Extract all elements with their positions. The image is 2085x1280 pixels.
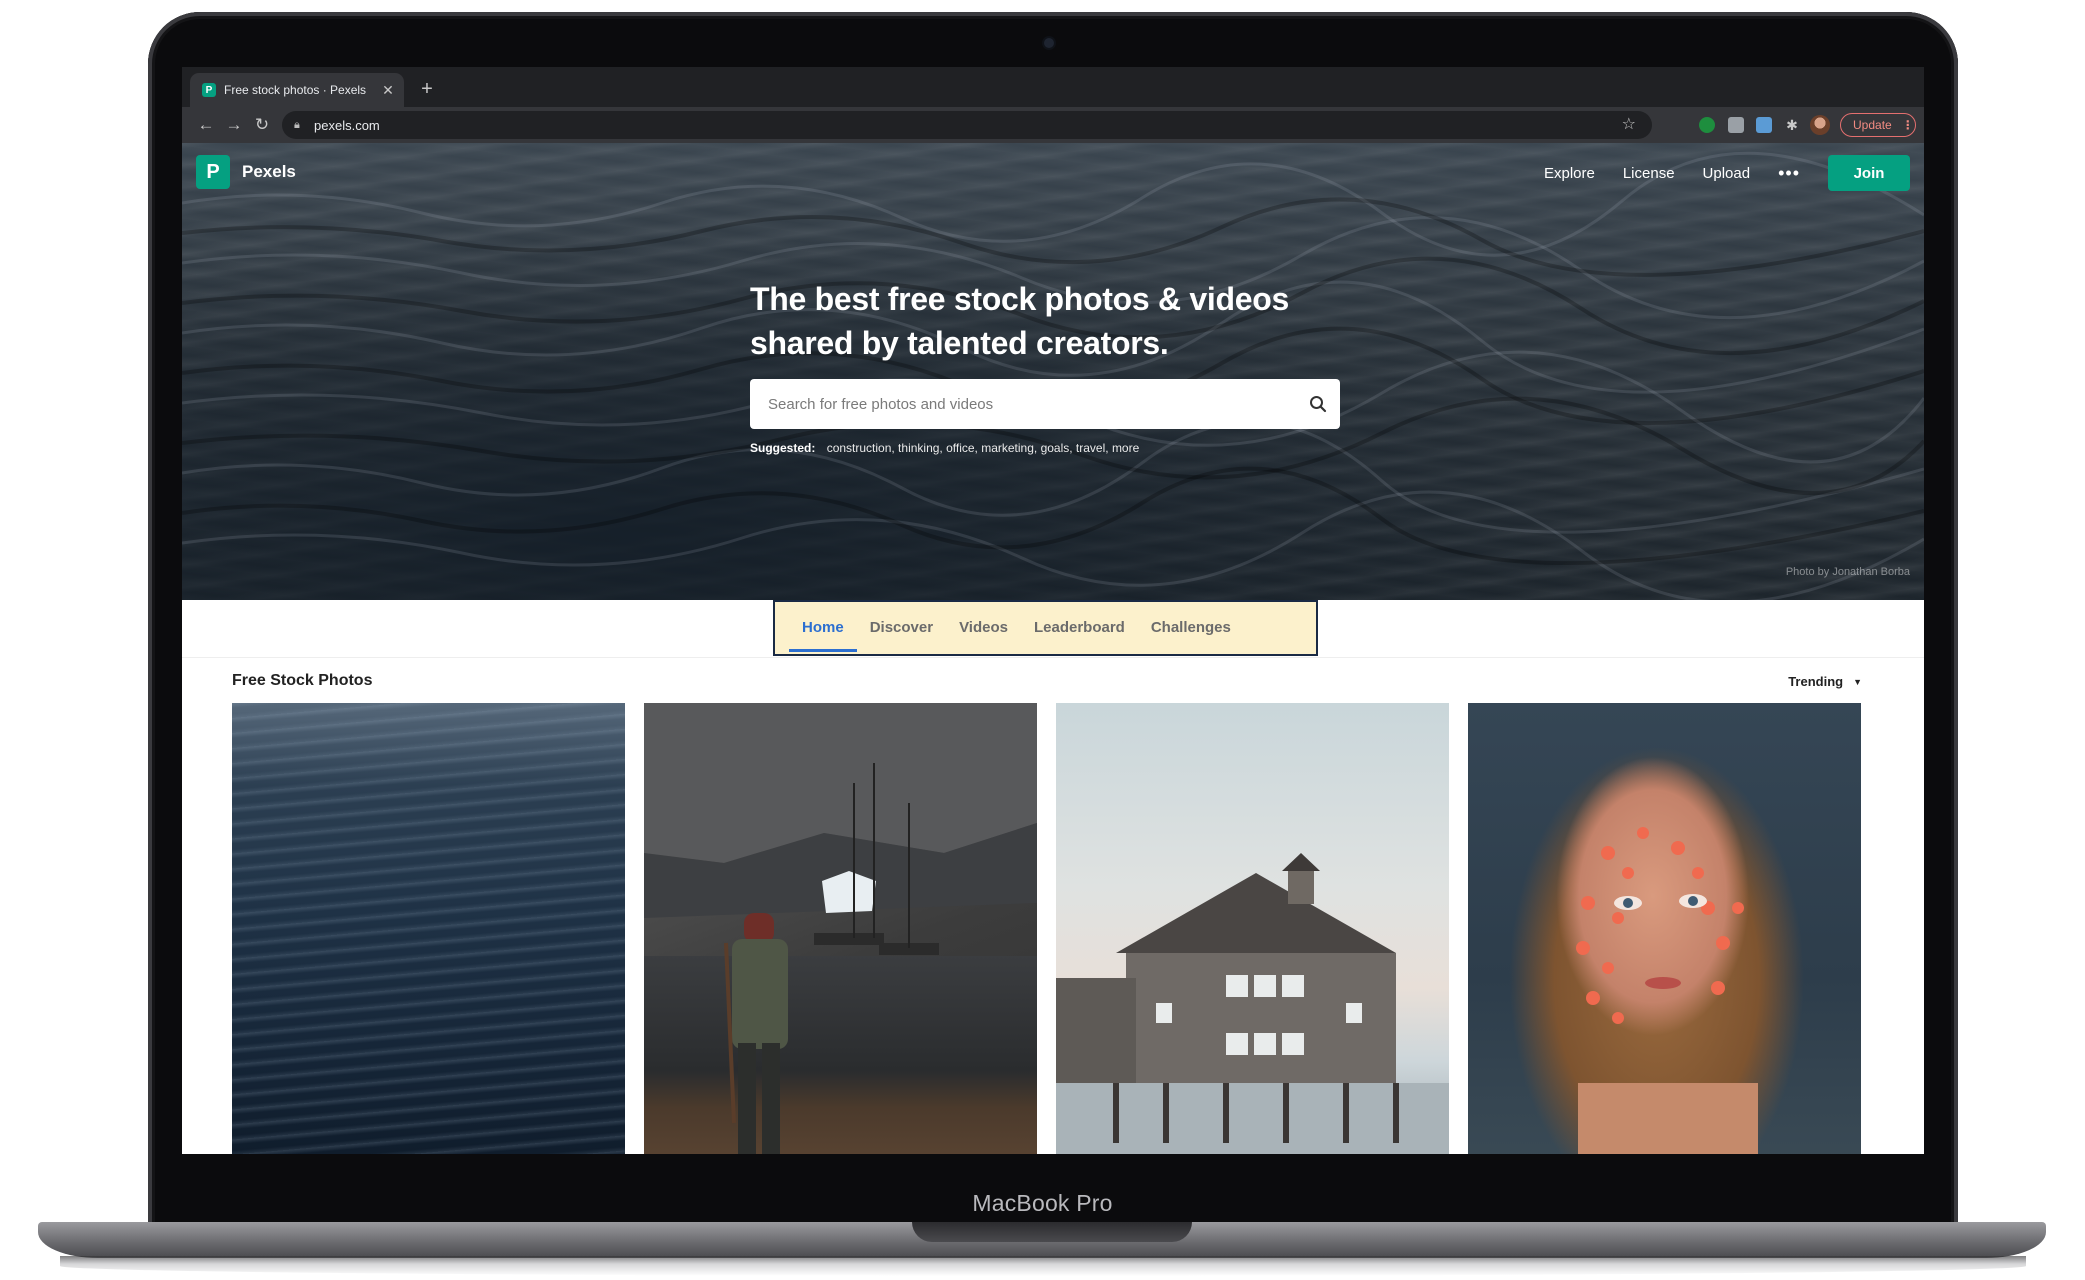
- pexels-favicon-icon: P: [202, 83, 216, 97]
- tab-bar: P Free stock photos · Pexels ✕ +: [182, 67, 1924, 107]
- extension-blue-icon[interactable]: [1756, 117, 1772, 133]
- section-divider: [182, 657, 1924, 658]
- search-input[interactable]: [766, 394, 1296, 414]
- laptop-shadow: [60, 1256, 2026, 1276]
- profile-avatar[interactable]: [1810, 115, 1830, 135]
- back-arrow-icon[interactable]: ←: [194, 114, 218, 136]
- laptop-base-notch: [912, 1222, 1192, 1242]
- menu-dots-icon: ⋮: [1901, 118, 1914, 132]
- browser-toolbar: ← → ↻ 🔒︎ pexels.com ☆ ✱ Update ⋮: [182, 107, 1924, 143]
- lock-icon: 🔒︎: [294, 118, 300, 131]
- photo-ocean-waves[interactable]: [232, 703, 625, 1160]
- top-navigation: Explore License Upload ••• Join: [1516, 155, 1910, 191]
- browser-tab[interactable]: P Free stock photos · Pexels ✕: [190, 73, 404, 107]
- nav-license[interactable]: License: [1623, 165, 1675, 182]
- tab-home[interactable]: Home: [789, 602, 857, 654]
- close-tab-icon[interactable]: ✕: [378, 82, 398, 99]
- forward-arrow-icon[interactable]: →: [222, 114, 246, 136]
- hero-title: The best free stock photos & videos shar…: [750, 277, 1390, 365]
- sort-label: Trending: [1788, 674, 1844, 689]
- page-tabs: Home Discover Videos Leaderboard Challen…: [773, 600, 1318, 656]
- tab-videos[interactable]: Videos: [946, 602, 1021, 654]
- hero-section: P Pexels Explore License Upload ••• Join…: [182, 143, 1924, 600]
- address-bar[interactable]: 🔒︎ pexels.com ☆: [282, 111, 1652, 139]
- tab-discover[interactable]: Discover: [857, 602, 946, 654]
- ocean-background-image: [182, 151, 1924, 600]
- woman-heart-stickers-image: [1576, 827, 1758, 1160]
- device-label: MacBook Pro: [972, 1190, 1113, 1216]
- update-label: Update: [1853, 118, 1892, 132]
- pexels-logo-icon: P: [196, 155, 230, 189]
- browser-window: P Free stock photos · Pexels ✕ + ← → ↻ 🔒…: [182, 67, 1924, 1160]
- suggested-links[interactable]: construction, thinking, office, marketin…: [827, 441, 1140, 455]
- extension-green-icon[interactable]: [1699, 117, 1715, 133]
- web-page: P Pexels Explore License Upload ••• Join…: [182, 143, 1924, 1160]
- join-button[interactable]: Join: [1828, 155, 1910, 191]
- more-options-icon[interactable]: •••: [1778, 163, 1800, 184]
- hero-title-line1: The best free stock photos & videos: [750, 281, 1289, 317]
- photo-sailboat-hiker[interactable]: [644, 703, 1037, 1160]
- pier-house-image: [1056, 853, 1449, 1160]
- photo-credit[interactable]: Photo by Jonathan Borba: [1786, 566, 1910, 578]
- new-tab-icon[interactable]: +: [414, 76, 440, 102]
- update-button[interactable]: Update ⋮: [1840, 113, 1916, 137]
- search-bar: [750, 379, 1340, 429]
- logo-text: Pexels: [242, 162, 296, 181]
- puzzle-extensions-icon[interactable]: ✱: [1784, 117, 1800, 133]
- nav-upload[interactable]: Upload: [1703, 165, 1751, 182]
- sort-dropdown[interactable]: Trending ▼: [1788, 674, 1862, 689]
- tab-leaderboard[interactable]: Leaderboard: [1021, 602, 1138, 654]
- tab-challenges[interactable]: Challenges: [1138, 602, 1244, 654]
- chevron-down-icon: ▼: [1853, 676, 1862, 687]
- reload-icon[interactable]: ↻: [250, 114, 274, 136]
- search-icon[interactable]: [1296, 395, 1340, 413]
- nav-explore[interactable]: Explore: [1544, 165, 1595, 182]
- section-title: Free Stock Photos: [232, 672, 373, 689]
- url-text: pexels.com: [314, 117, 380, 133]
- camera-icon: [1044, 38, 1054, 48]
- hero-title-line2: shared by talented creators.: [750, 325, 1169, 361]
- pexels-logo[interactable]: P Pexels: [196, 155, 296, 189]
- screen-bezel-bottom: [182, 1154, 1924, 1160]
- sailboat-hiker-image: [644, 703, 1037, 1158]
- photo-woman-heart-stickers[interactable]: [1468, 703, 1861, 1160]
- extension-gray-icon[interactable]: [1728, 117, 1744, 133]
- photo-pier-house[interactable]: [1056, 703, 1449, 1160]
- bookmark-star-icon[interactable]: ☆: [1622, 114, 1636, 134]
- suggested-searches: Suggested: construction, thinking, offic…: [750, 441, 1139, 455]
- tab-title: Free stock photos · Pexels: [224, 83, 367, 97]
- suggested-label: Suggested:: [750, 441, 816, 455]
